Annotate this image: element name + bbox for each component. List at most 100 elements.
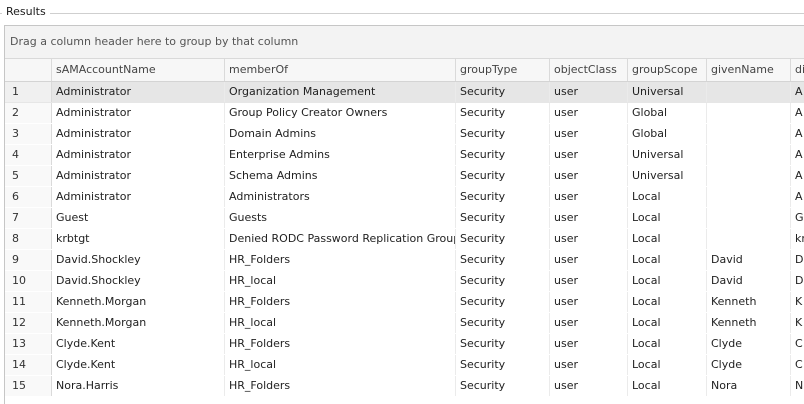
cell-samaccountname[interactable]: David.Shockley xyxy=(52,271,225,291)
cell-givenname[interactable]: David xyxy=(707,250,791,270)
cell-givenname[interactable]: Nora xyxy=(707,376,791,396)
cell-groupscope[interactable]: Global xyxy=(628,124,707,144)
cell-samaccountname[interactable]: Administrator xyxy=(52,124,225,144)
cell-groupscope[interactable]: Global xyxy=(628,103,707,123)
cell-di[interactable]: A xyxy=(791,145,804,165)
cell-grouptype[interactable]: Security xyxy=(456,187,550,207)
column-header-di[interactable]: di xyxy=(791,59,804,81)
cell-di[interactable]: A xyxy=(791,124,804,144)
cell-grouptype[interactable]: Security xyxy=(456,208,550,228)
column-header-groupscope[interactable]: groupScope xyxy=(628,59,707,81)
cell-givenname[interactable]: David xyxy=(707,271,791,291)
cell-givenname[interactable]: Clyde xyxy=(707,355,791,375)
cell-objectclass[interactable]: user xyxy=(550,292,628,312)
cell-grouptype[interactable]: Security xyxy=(456,355,550,375)
cell-samaccountname[interactable]: Kenneth.Morgan xyxy=(52,313,225,333)
cell-memberof[interactable]: HR_local xyxy=(225,355,456,375)
table-row-partial[interactable] xyxy=(5,397,804,404)
column-header-grouptype[interactable]: groupType xyxy=(456,59,550,81)
table-row[interactable]: 3 Administrator Domain Admins Security u… xyxy=(5,124,804,146)
cell-memberof[interactable]: Denied RODC Password Replication Group xyxy=(225,229,456,249)
cell-groupscope[interactable]: Local xyxy=(628,376,707,396)
table-row[interactable]: 15 Nora.Harris HR_Folders Security user … xyxy=(5,376,804,398)
cell-samaccountname[interactable]: Administrator xyxy=(52,103,225,123)
cell-samaccountname[interactable]: Clyde.Kent xyxy=(52,334,225,354)
cell-samaccountname[interactable]: Nora.Harris xyxy=(52,376,225,396)
cell-di[interactable]: C xyxy=(791,355,804,375)
cell-objectclass[interactable]: user xyxy=(550,103,628,123)
cell-memberof[interactable]: HR_local xyxy=(225,313,456,333)
table-row[interactable]: 11 Kenneth.Morgan HR_Folders Security us… xyxy=(5,292,804,314)
cell-objectclass[interactable]: user xyxy=(550,355,628,375)
cell-di[interactable]: G xyxy=(791,208,804,228)
table-row[interactable]: 13 Clyde.Kent HR_Folders Security user L… xyxy=(5,334,804,356)
cell-samaccountname[interactable]: krbtgt xyxy=(52,229,225,249)
cell-samaccountname[interactable]: David.Shockley xyxy=(52,250,225,270)
cell-memberof[interactable]: Schema Admins xyxy=(225,166,456,186)
cell-memberof[interactable]: HR_Folders xyxy=(225,292,456,312)
cell-givenname[interactable] xyxy=(707,103,791,123)
cell-di[interactable]: C xyxy=(791,334,804,354)
cell-di[interactable]: K xyxy=(791,313,804,333)
cell-objectclass[interactable]: user xyxy=(550,250,628,270)
results-grid[interactable]: Drag a column header here to group by th… xyxy=(4,25,804,404)
cell-samaccountname[interactable]: Administrator xyxy=(52,145,225,165)
column-header-rownum[interactable] xyxy=(5,59,52,81)
cell-objectclass[interactable]: user xyxy=(550,166,628,186)
cell-groupscope[interactable]: Local xyxy=(628,355,707,375)
cell-grouptype[interactable]: Security xyxy=(456,313,550,333)
table-row[interactable]: 5 Administrator Schema Admins Security u… xyxy=(5,166,804,188)
cell-givenname[interactable] xyxy=(707,187,791,207)
cell-grouptype[interactable]: Security xyxy=(456,124,550,144)
group-by-panel[interactable]: Drag a column header here to group by th… xyxy=(5,26,804,59)
table-row[interactable]: 10 David.Shockley HR_local Security user… xyxy=(5,271,804,293)
cell-objectclass[interactable]: user xyxy=(550,82,628,102)
cell-groupscope[interactable]: Local xyxy=(628,229,707,249)
cell-grouptype[interactable]: Security xyxy=(456,166,550,186)
cell-groupscope[interactable]: Local xyxy=(628,271,707,291)
cell-groupscope[interactable]: Universal xyxy=(628,145,707,165)
cell-grouptype[interactable]: Security xyxy=(456,334,550,354)
cell-samaccountname[interactable]: Kenneth.Morgan xyxy=(52,292,225,312)
cell-objectclass[interactable]: user xyxy=(550,313,628,333)
cell-givenname[interactable] xyxy=(707,208,791,228)
cell-memberof[interactable]: HR_Folders xyxy=(225,250,456,270)
cell-givenname[interactable] xyxy=(707,82,791,102)
cell-objectclass[interactable]: user xyxy=(550,376,628,396)
cell-grouptype[interactable]: Security xyxy=(456,82,550,102)
cell-givenname[interactable] xyxy=(707,145,791,165)
cell-grouptype[interactable]: Security xyxy=(456,271,550,291)
cell-memberof[interactable]: Organization Management xyxy=(225,82,456,102)
cell-samaccountname[interactable]: Administrator xyxy=(52,82,225,102)
cell-groupscope[interactable]: Local xyxy=(628,334,707,354)
cell-samaccountname[interactable]: Administrator xyxy=(52,187,225,207)
cell-objectclass[interactable]: user xyxy=(550,208,628,228)
cell-di[interactable]: A xyxy=(791,82,804,102)
table-row[interactable]: 12 Kenneth.Morgan HR_local Security user… xyxy=(5,313,804,335)
table-row[interactable]: 2 Administrator Group Policy Creator Own… xyxy=(5,103,804,125)
table-row[interactable]: 1 Administrator Organization Management … xyxy=(5,82,804,104)
cell-givenname[interactable]: Kenneth xyxy=(707,292,791,312)
cell-samaccountname[interactable]: Guest xyxy=(52,208,225,228)
cell-objectclass[interactable]: user xyxy=(550,271,628,291)
cell-memberof[interactable]: Enterprise Admins xyxy=(225,145,456,165)
cell-grouptype[interactable]: Security xyxy=(456,376,550,396)
cell-di[interactable]: A xyxy=(791,187,804,207)
cell-groupscope[interactable]: Local xyxy=(628,250,707,270)
cell-di[interactable]: A xyxy=(791,166,804,186)
table-row[interactable]: 9 David.Shockley HR_Folders Security use… xyxy=(5,250,804,272)
cell-grouptype[interactable]: Security xyxy=(456,145,550,165)
cell-objectclass[interactable]: user xyxy=(550,145,628,165)
cell-di[interactable]: D xyxy=(791,271,804,291)
table-row[interactable]: 4 Administrator Enterprise Admins Securi… xyxy=(5,145,804,167)
cell-groupscope[interactable]: Local xyxy=(628,313,707,333)
cell-givenname[interactable] xyxy=(707,124,791,144)
cell-groupscope[interactable]: Local xyxy=(628,187,707,207)
cell-samaccountname[interactable]: Clyde.Kent xyxy=(52,355,225,375)
cell-groupscope[interactable]: Universal xyxy=(628,166,707,186)
cell-givenname[interactable] xyxy=(707,166,791,186)
table-row[interactable]: 8 krbtgt Denied RODC Password Replicatio… xyxy=(5,229,804,251)
cell-givenname[interactable] xyxy=(707,229,791,249)
cell-groupscope[interactable]: Local xyxy=(628,208,707,228)
column-header-samaccountname[interactable]: sAMAccountName xyxy=(52,59,225,81)
